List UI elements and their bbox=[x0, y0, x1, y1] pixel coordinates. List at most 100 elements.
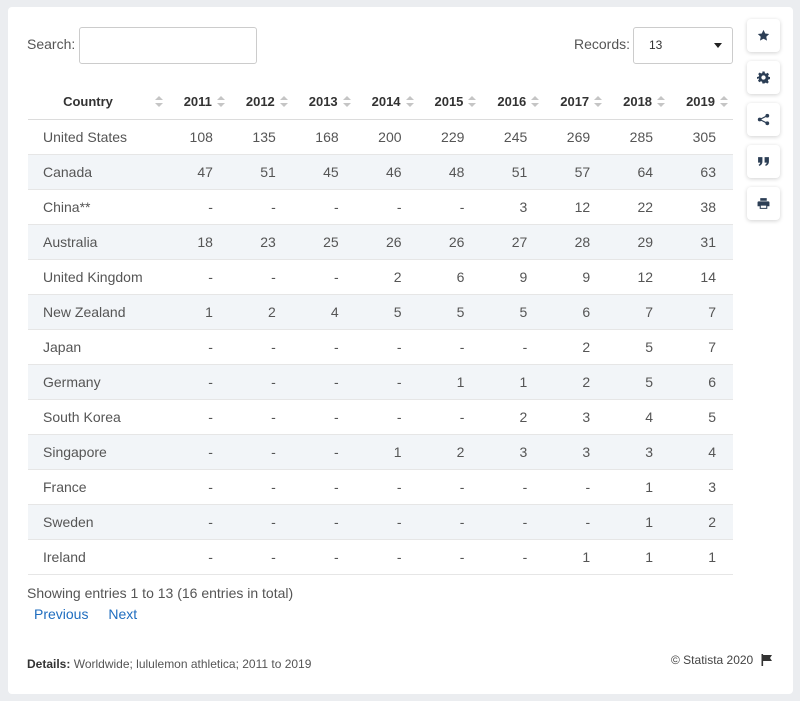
value-cell: 12 bbox=[607, 259, 671, 295]
value-cell: - bbox=[168, 329, 230, 365]
value-cell: - bbox=[418, 329, 482, 365]
value-cell: 27 bbox=[481, 224, 545, 260]
column-header-2017[interactable]: 2017 bbox=[544, 85, 608, 120]
value-cell: - bbox=[292, 259, 356, 295]
value-cell: - bbox=[355, 399, 419, 435]
value-cell: 6 bbox=[670, 364, 733, 400]
value-cell: - bbox=[229, 504, 293, 540]
value-cell: - bbox=[481, 504, 545, 540]
country-cell: Ireland bbox=[28, 539, 168, 575]
column-header-2013[interactable]: 2013 bbox=[292, 85, 356, 120]
quote-icon bbox=[758, 157, 769, 166]
value-cell: - bbox=[292, 469, 356, 505]
country-cell: United Kingdom bbox=[28, 259, 168, 295]
entries-info: Showing entries 1 to 13 (16 entries in t… bbox=[27, 585, 294, 601]
value-cell: - bbox=[292, 364, 356, 400]
value-cell: - bbox=[168, 434, 230, 470]
column-header-2019[interactable]: 2019 bbox=[670, 85, 733, 120]
value-cell: 7 bbox=[670, 294, 733, 330]
column-header-country[interactable]: Country bbox=[28, 85, 168, 120]
value-cell: 9 bbox=[481, 259, 545, 295]
country-cell: Canada bbox=[28, 154, 168, 190]
flag-icon[interactable] bbox=[761, 654, 773, 666]
value-cell: 5 bbox=[418, 294, 482, 330]
search-label: Search: bbox=[27, 36, 76, 52]
country-cell: China** bbox=[28, 189, 168, 225]
value-cell: 38 bbox=[670, 189, 733, 225]
table-row: China** - - - - -3 12 22 38 bbox=[28, 189, 733, 225]
value-cell: - bbox=[355, 504, 419, 540]
country-cell: France bbox=[28, 469, 168, 505]
value-cell: - bbox=[168, 189, 230, 225]
column-header-2015[interactable]: 2015 bbox=[418, 85, 482, 120]
records-label: Records: bbox=[574, 36, 631, 52]
value-cell: - bbox=[355, 539, 419, 575]
table-row: Japan - - - - - -2 5 7 bbox=[28, 329, 733, 365]
value-cell: - bbox=[168, 469, 230, 505]
value-cell: 1 bbox=[607, 469, 671, 505]
value-cell: 3 bbox=[607, 434, 671, 470]
value-cell: 285 bbox=[607, 119, 671, 155]
value-cell: - bbox=[355, 189, 419, 225]
value-cell: - bbox=[355, 329, 419, 365]
value-cell: 14 bbox=[670, 259, 733, 295]
column-header-2014[interactable]: 2014 bbox=[355, 85, 419, 120]
value-cell: - bbox=[168, 259, 230, 295]
sort-icon bbox=[657, 96, 666, 108]
next-page-link[interactable]: Next bbox=[108, 606, 137, 622]
details-label: Details: bbox=[27, 657, 71, 671]
value-cell: 2 bbox=[544, 329, 608, 365]
previous-page-link[interactable]: Previous bbox=[34, 606, 88, 622]
records-select[interactable]: 13 bbox=[633, 27, 733, 64]
value-cell: - bbox=[229, 364, 293, 400]
country-cell: Sweden bbox=[28, 504, 168, 540]
share-button[interactable] bbox=[747, 103, 780, 136]
value-cell: - bbox=[292, 329, 356, 365]
column-header-2011[interactable]: 2011 bbox=[168, 85, 230, 120]
table-row: France - - - - - - -1 3 bbox=[28, 469, 733, 505]
value-cell: 57 bbox=[544, 154, 608, 190]
table-row: United States 108 135 168 200 229 245 269 285 305 bbox=[28, 119, 733, 155]
value-cell: 305 bbox=[670, 119, 733, 155]
column-header-2016[interactable]: 2016 bbox=[481, 85, 545, 120]
value-cell: 26 bbox=[355, 224, 419, 260]
value-cell: 6 bbox=[544, 294, 608, 330]
sort-icon bbox=[468, 96, 477, 108]
value-cell: 7 bbox=[607, 294, 671, 330]
table-row: Canada 47 51 45 46 48 51 57 64 63 bbox=[28, 154, 733, 190]
column-header-2012[interactable]: 2012 bbox=[229, 85, 293, 120]
table-row: South Korea - - - - -2 3 4 5 bbox=[28, 399, 733, 435]
value-cell: 2 bbox=[355, 259, 419, 295]
cite-button[interactable] bbox=[747, 145, 780, 178]
value-cell: - bbox=[229, 259, 293, 295]
value-cell: 2 bbox=[544, 364, 608, 400]
share-icon bbox=[757, 113, 770, 126]
column-header-label: Country bbox=[63, 94, 113, 110]
value-cell: - bbox=[229, 539, 293, 575]
value-cell: - bbox=[168, 399, 230, 435]
sort-icon bbox=[594, 96, 603, 108]
value-cell: - bbox=[481, 539, 545, 575]
value-cell: - bbox=[292, 189, 356, 225]
column-header-2018[interactable]: 2018 bbox=[607, 85, 671, 120]
print-button[interactable] bbox=[747, 187, 780, 220]
value-cell: 5 bbox=[670, 399, 733, 435]
search-input[interactable] bbox=[79, 27, 257, 64]
value-cell: - bbox=[168, 539, 230, 575]
details-line: Details: Worldwide; lululemon athletica;… bbox=[27, 657, 311, 671]
value-cell: 2 bbox=[481, 399, 545, 435]
value-cell: 7 bbox=[670, 329, 733, 365]
value-cell: - bbox=[229, 399, 293, 435]
value-cell: 51 bbox=[481, 154, 545, 190]
value-cell: - bbox=[481, 469, 545, 505]
favorite-button[interactable] bbox=[747, 19, 780, 52]
value-cell: - bbox=[544, 504, 608, 540]
table-header-row: Country 2011 2012 2013 2014 2015 2016 20… bbox=[28, 85, 733, 120]
value-cell: 3 bbox=[544, 399, 608, 435]
value-cell: 18 bbox=[168, 224, 230, 260]
settings-button[interactable] bbox=[747, 61, 780, 94]
value-cell: - bbox=[418, 189, 482, 225]
country-cell: United States bbox=[28, 119, 168, 155]
copyright: © Statista 2020 bbox=[671, 653, 773, 667]
value-cell: 108 bbox=[168, 119, 230, 155]
